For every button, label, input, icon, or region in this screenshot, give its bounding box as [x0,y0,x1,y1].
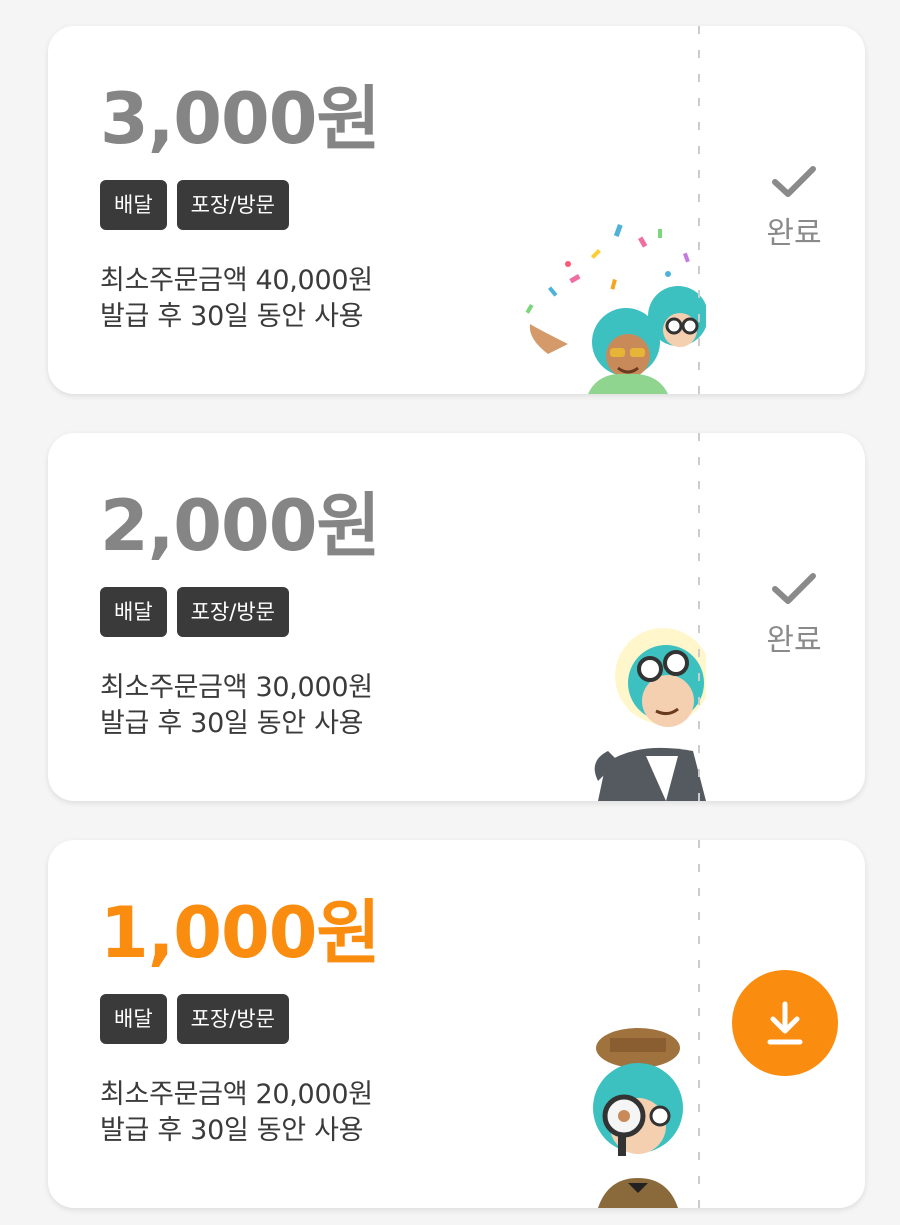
coupon-tags: 배달 포장/방문 [100,180,289,230]
perforation-line [698,433,700,801]
check-icon [772,166,816,197]
detective-character-illustration [593,1028,683,1208]
validity-text: 발급 후 30일 동안 사용 [100,1115,364,1146]
min-order-text: 최소주문금액 20,000원 [100,1079,373,1110]
celebrating-characters-illustration [525,224,706,394]
claimed-status: 완료 [738,164,850,252]
tag-pickup: 포장/방문 [176,994,289,1044]
status-label: 완료 [766,216,822,251]
thinking-character-illustration [594,628,706,801]
coupon-card: 1,000원 배달 포장/방문 최소주문금액 20,000원 발급 후 30일 … [48,840,865,1208]
coupon-tags: 배달 포장/방문 [100,994,289,1044]
coupon-amount: 3,000원 [100,78,381,160]
tag-delivery: 배달 [100,994,167,1044]
tag-pickup: 포장/방문 [176,180,289,230]
status-label: 완료 [766,623,822,658]
download-coupon-button[interactable] [732,970,838,1076]
coupon-tags: 배달 포장/방문 [100,587,289,637]
download-icon [767,1001,803,1045]
min-order-text: 최소주문금액 30,000원 [100,672,373,703]
coupon-card: 3,000원 배달 포장/방문 최소주문금액 40,000원 발급 후 30일 … [48,26,865,394]
perforation-line [698,840,700,1208]
coupon-card: 2,000원 배달 포장/방문 최소주문금액 30,000원 발급 후 30일 … [48,433,865,801]
coupon-conditions: 최소주문금액 40,000원 발급 후 30일 동안 사용 [100,263,373,335]
check-icon [772,573,816,604]
validity-text: 발급 후 30일 동안 사용 [100,301,364,332]
tag-delivery: 배달 [100,180,167,230]
coupon-amount: 1,000원 [100,892,381,974]
perforation-line [698,26,700,394]
coupon-amount: 2,000원 [100,485,381,567]
coupon-conditions: 최소주문금액 30,000원 발급 후 30일 동안 사용 [100,670,373,742]
validity-text: 발급 후 30일 동안 사용 [100,708,364,739]
tag-pickup: 포장/방문 [176,587,289,637]
claimed-status: 완료 [738,571,850,659]
tag-delivery: 배달 [100,587,167,637]
coupon-conditions: 최소주문금액 20,000원 발급 후 30일 동안 사용 [100,1077,373,1149]
min-order-text: 최소주문금액 40,000원 [100,265,373,296]
